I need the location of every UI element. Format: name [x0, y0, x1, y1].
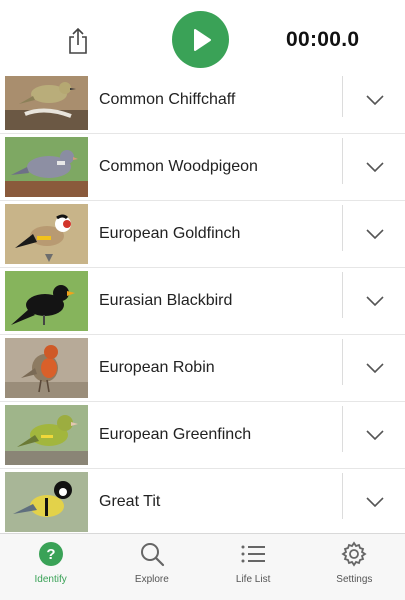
- list-item[interactable]: Common Chiffchaff: [0, 76, 405, 134]
- chevron-down-icon: [365, 162, 384, 172]
- bird-photo: [5, 338, 88, 398]
- gear-icon: [340, 540, 368, 568]
- chevron-down-icon: [365, 95, 384, 105]
- chevron-down-icon: [365, 430, 384, 440]
- bird-list[interactable]: Common Chiffchaff Common Woodpigeon Euro…: [0, 76, 405, 534]
- tab-label: Life List: [235, 574, 271, 585]
- divider: [342, 406, 343, 452]
- chevron-down-icon: [365, 363, 384, 373]
- tab-life-list[interactable]: Life List: [203, 534, 304, 600]
- share-icon: [69, 27, 87, 54]
- bird-photo: [5, 405, 88, 465]
- expand-button[interactable]: [344, 268, 405, 334]
- bird-photo: [5, 204, 88, 264]
- list-item[interactable]: Great Tit: [0, 469, 405, 534]
- question-icon: ?: [37, 540, 65, 568]
- bird-photo: [5, 76, 88, 130]
- divider: [342, 473, 343, 519]
- svg-text:?: ?: [46, 546, 55, 563]
- bird-name: Common Woodpigeon: [99, 158, 258, 175]
- share-button[interactable]: [64, 26, 92, 56]
- play-button[interactable]: [172, 11, 229, 68]
- list-icon: [239, 540, 267, 568]
- expand-button[interactable]: [344, 134, 405, 200]
- bird-name: Common Chiffchaff: [99, 91, 236, 108]
- tab-bar: ? Identify Explore Life List Settings: [0, 533, 405, 600]
- chevron-down-icon: [365, 296, 384, 306]
- tab-label: Settings: [336, 574, 373, 585]
- list-item[interactable]: European Robin: [0, 335, 405, 402]
- tab-identify[interactable]: ? Identify: [0, 534, 101, 600]
- tab-label: Explore: [134, 574, 169, 585]
- divider: [342, 205, 343, 251]
- bird-photo: [5, 472, 88, 532]
- top-bar: 00:00.0: [0, 0, 405, 78]
- list-item[interactable]: European Greenfinch: [0, 402, 405, 469]
- expand-button[interactable]: [344, 469, 405, 534]
- list-item[interactable]: Common Woodpigeon: [0, 134, 405, 201]
- chevron-down-icon: [365, 229, 384, 239]
- bird-name: European Greenfinch: [99, 426, 252, 443]
- expand-button[interactable]: [344, 402, 405, 468]
- bird-name: Eurasian Blackbird: [99, 292, 233, 309]
- tab-explore[interactable]: Explore: [101, 534, 202, 600]
- play-icon: [193, 28, 211, 51]
- divider: [342, 272, 343, 318]
- bird-name: European Robin: [99, 359, 215, 376]
- list-item[interactable]: European Goldfinch: [0, 201, 405, 268]
- divider: [342, 76, 343, 117]
- bird-photo: [5, 137, 88, 197]
- bird-name: Great Tit: [99, 493, 161, 510]
- search-icon: [138, 540, 166, 568]
- tab-settings[interactable]: Settings: [304, 534, 405, 600]
- list-item[interactable]: Eurasian Blackbird: [0, 268, 405, 335]
- expand-button[interactable]: [344, 201, 405, 267]
- bird-photo: [5, 271, 88, 331]
- divider: [342, 138, 343, 184]
- recording-timer: 00:00.0: [286, 28, 360, 51]
- expand-button[interactable]: [344, 335, 405, 401]
- bird-name: European Goldfinch: [99, 225, 241, 242]
- expand-button[interactable]: [344, 76, 405, 133]
- divider: [342, 339, 343, 385]
- chevron-down-icon: [365, 497, 384, 507]
- tab-label: Identify: [34, 574, 67, 585]
